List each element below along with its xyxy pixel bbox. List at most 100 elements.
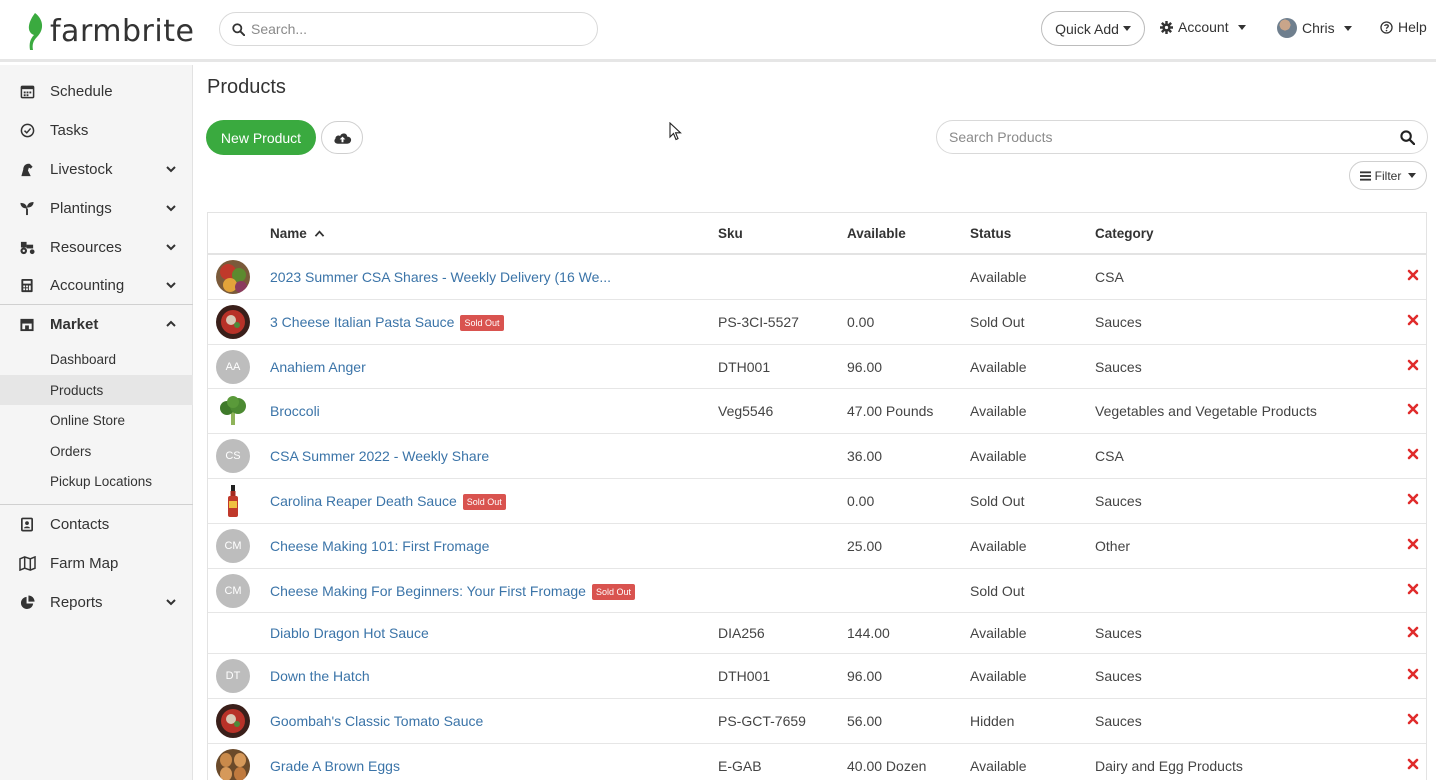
table-row[interactable]: Goombah's Classic Tomato Sauce PS-GCT-765…: [208, 699, 1426, 744]
global-search-input[interactable]: [251, 21, 571, 37]
table-row[interactable]: CS CSA Summer 2022 - Weekly Share 36.00 Ava…: [208, 434, 1426, 479]
available-cell: 47.00 Pounds: [847, 403, 934, 420]
sidebar-item-market[interactable]: Market: [0, 305, 193, 343]
product-name-link[interactable]: Grade A Brown Eggs: [270, 758, 400, 774]
delete-icon[interactable]: [1406, 667, 1420, 681]
product-thumbnail: [216, 704, 250, 739]
table-row[interactable]: CM Cheese Making For Beginners: Your Firs…: [208, 569, 1426, 614]
chevron-down-icon[interactable]: [165, 163, 177, 175]
account-menu[interactable]: Account: [1160, 19, 1246, 35]
global-search[interactable]: [219, 12, 598, 46]
delete-icon[interactable]: [1406, 712, 1420, 726]
top-header: farmbrite Quick Add Account Chris: [0, 0, 1436, 62]
product-name-link[interactable]: Goombah's Classic Tomato Sauce: [270, 713, 483, 729]
table-row[interactable]: DT Down the Hatch DTH001 96.00 Available Sauc…: [208, 654, 1426, 700]
delete-icon[interactable]: [1406, 625, 1420, 639]
search-icon[interactable]: [1400, 130, 1415, 145]
product-name-link[interactable]: 3 Cheese Italian Pasta Sauce: [270, 314, 454, 330]
product-name-cell: Carolina Reaper Death Sauce Sold Out: [270, 493, 506, 510]
chevron-up-icon[interactable]: [165, 318, 177, 330]
sidebar-subitem-dashboard[interactable]: Dashboard: [0, 344, 193, 374]
product-name-link[interactable]: Cheese Making 101: First Fromage: [270, 538, 489, 554]
sidebar-item-tasks[interactable]: Tasks: [0, 111, 193, 149]
delete-icon[interactable]: [1406, 313, 1420, 327]
status-cell: Available: [970, 269, 1027, 285]
chevron-down-icon[interactable]: [165, 202, 177, 214]
available-cell: 0.00: [847, 313, 875, 330]
table-row[interactable]: 2023 Summer CSA Shares - Weekly Delivery…: [208, 255, 1426, 300]
delete-icon[interactable]: [1406, 268, 1420, 282]
chevron-down-icon[interactable]: [165, 596, 177, 608]
sidebar-subitem-pickup-locations[interactable]: Pickup Locations: [0, 466, 193, 496]
product-name-link[interactable]: Down the Hatch: [270, 668, 370, 684]
category-cell: Vegetables and Vegetable Products: [1095, 403, 1317, 420]
table-row[interactable]: CM Cheese Making 101: First Fromage 25.00 A…: [208, 524, 1426, 569]
sku-cell: E-GAB: [718, 757, 762, 774]
address-book-icon: [18, 515, 36, 533]
sold-out-badge: Sold Out: [462, 493, 506, 510]
farmbrite-logo[interactable]: farmbrite: [24, 10, 194, 52]
product-name-link[interactable]: Diablo Dragon Hot Sauce: [270, 625, 429, 641]
product-initials-avatar: CS: [216, 439, 250, 474]
table-row[interactable]: Broccoli Veg5546 47.00 Pounds Available Vege…: [208, 389, 1426, 435]
product-name-link[interactable]: Anahiem Anger: [270, 359, 366, 375]
table-row[interactable]: Diablo Dragon Hot Sauce DIA256 144.00 Avail…: [208, 613, 1426, 655]
column-header-category[interactable]: Category: [1095, 226, 1154, 241]
delete-icon[interactable]: [1406, 582, 1420, 596]
sidebar-item-resources[interactable]: Resources: [0, 228, 193, 266]
help-link[interactable]: Help: [1380, 19, 1427, 35]
product-name-link[interactable]: Carolina Reaper Death Sauce: [270, 493, 457, 509]
product-name-link[interactable]: CSA Summer 2022 - Weekly Share: [270, 448, 489, 464]
sidebar-item-farm-map[interactable]: Farm Map: [0, 544, 193, 582]
import-button[interactable]: [321, 121, 363, 154]
delete-icon[interactable]: [1406, 402, 1420, 416]
delete-icon[interactable]: [1406, 358, 1420, 372]
column-header-name[interactable]: Name: [270, 226, 325, 241]
help-label: Help: [1398, 19, 1427, 35]
available-cell: 96.00: [847, 668, 883, 685]
product-thumbnail: [216, 748, 250, 780]
sold-out-badge: Sold Out: [591, 583, 635, 600]
delete-icon[interactable]: [1406, 757, 1420, 771]
sidebar-subitem-products[interactable]: Products: [0, 375, 193, 405]
table-row[interactable]: Grade A Brown Eggs E-GAB 40.00 Dozen Availa…: [208, 744, 1426, 780]
table-row[interactable]: AA Anahiem Anger DTH001 96.00 Available Sauce…: [208, 345, 1426, 390]
product-search-input[interactable]: [949, 129, 1379, 145]
sidebar-subitem-online-store[interactable]: Online Store: [0, 405, 193, 435]
chevron-down-icon[interactable]: [165, 279, 177, 291]
product-name-link[interactable]: Broccoli: [270, 403, 320, 419]
table-row[interactable]: 3 Cheese Italian Pasta Sauce Sold Out PS-3…: [208, 300, 1426, 345]
category-cell: Sauces: [1095, 492, 1142, 509]
sidebar-item-accounting[interactable]: Accounting: [0, 266, 193, 304]
sort-ascending-icon: [314, 230, 324, 237]
quick-add-button[interactable]: Quick Add: [1041, 11, 1145, 46]
product-search[interactable]: [936, 120, 1428, 154]
sidebar-item-plantings[interactable]: Plantings: [0, 189, 193, 227]
user-menu[interactable]: Chris: [1277, 18, 1352, 38]
question-circle-icon: [1380, 20, 1393, 34]
product-name-cell: 3 Cheese Italian Pasta Sauce Sold Out: [270, 314, 504, 331]
delete-icon[interactable]: [1406, 447, 1420, 461]
product-name-link[interactable]: 2023 Summer CSA Shares - Weekly Delivery…: [270, 269, 611, 285]
chevron-down-icon[interactable]: [165, 241, 177, 253]
column-header-sku[interactable]: Sku: [718, 226, 743, 241]
sidebar-item-livestock[interactable]: Livestock: [0, 150, 193, 188]
sidebar-subitem-orders[interactable]: Orders: [0, 436, 193, 466]
column-header-status[interactable]: Status: [970, 226, 1011, 241]
sidebar-item-schedule[interactable]: Schedule: [0, 72, 193, 110]
status-cell: Hidden: [970, 713, 1015, 730]
new-product-button[interactable]: New Product: [206, 120, 316, 155]
sidebar-item-reports[interactable]: Reports: [0, 583, 193, 621]
table-row[interactable]: Carolina Reaper Death Sauce Sold Out 0.00 S…: [208, 479, 1426, 524]
filter-button[interactable]: Filter: [1349, 161, 1427, 190]
page-title: Products: [207, 76, 286, 98]
product-name-link[interactable]: Cheese Making For Beginners: Your First …: [270, 583, 586, 599]
delete-icon[interactable]: [1406, 537, 1420, 551]
pie-chart-icon: [18, 593, 36, 611]
product-name-cell: Cheese Making 101: First Fromage: [270, 538, 489, 554]
column-header-available[interactable]: Available: [847, 226, 906, 241]
status-cell: Available: [970, 537, 1027, 554]
sidebar-item-contacts[interactable]: Contacts: [0, 505, 193, 543]
seedling-icon: [18, 199, 36, 217]
delete-icon[interactable]: [1406, 492, 1420, 506]
